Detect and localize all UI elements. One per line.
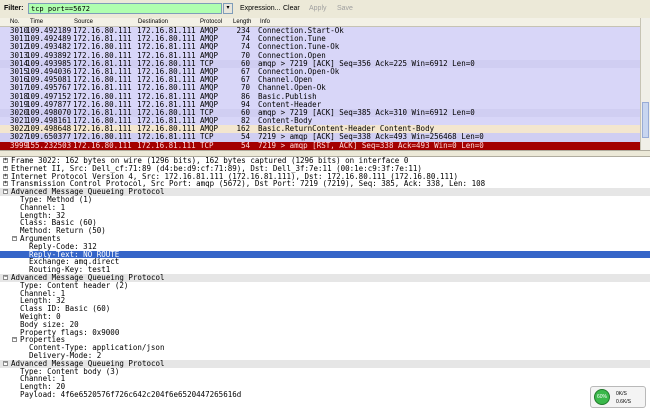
expand-icon[interactable]: + bbox=[3, 158, 8, 163]
collapse-icon[interactable]: − bbox=[3, 189, 8, 195]
column-header-length[interactable]: Length bbox=[233, 18, 251, 26]
packet-cell-time: 155.232503 bbox=[26, 140, 72, 150]
packet-list-scrollbar[interactable] bbox=[640, 18, 650, 150]
upload-rate: 0K/S bbox=[616, 391, 627, 397]
column-header-info[interactable]: Info bbox=[260, 18, 270, 26]
usage-gauge-icon: 60% bbox=[594, 389, 610, 405]
packet-cell-src: 172.16.80.111 bbox=[73, 140, 132, 150]
download-rate: 0.6K/S bbox=[616, 399, 632, 405]
expand-icon[interactable]: + bbox=[3, 173, 8, 179]
detail-tree-item[interactable]: Length: 32 bbox=[0, 211, 650, 220]
packet-row[interactable]: 3999 155.232503 172.16.80.111 172.16.81.111… bbox=[0, 140, 640, 150]
detail-tree-item[interactable]: Method: Return (50) bbox=[0, 227, 650, 235]
packet-cell-len: 54 bbox=[240, 140, 250, 150]
save-button[interactable]: Save bbox=[337, 5, 353, 12]
network-monitor-widget: 60% 0K/S 0.6K/S bbox=[590, 386, 646, 408]
detail-tree-item[interactable]: Channel: 1 bbox=[0, 289, 650, 298]
scrollbar-thumb[interactable] bbox=[642, 102, 649, 138]
detail-tree-item[interactable]: Class ID: Basic (60) bbox=[0, 305, 650, 313]
detail-tree-item[interactable]: Weight: 0 bbox=[0, 313, 650, 321]
chevron-down-icon: ▾ bbox=[226, 5, 230, 11]
collapse-icon[interactable]: − bbox=[12, 337, 17, 343]
detail-tree-item[interactable]: − Arguments bbox=[0, 235, 650, 243]
column-header-protocol[interactable]: Protocol bbox=[200, 18, 222, 26]
packet-list-header: No. Time Source Destination Protocol Len… bbox=[0, 18, 640, 27]
display-filter-input[interactable]: tcp port==5672 bbox=[28, 3, 222, 14]
detail-tree-item[interactable]: Type: Content body (3) bbox=[0, 367, 650, 376]
packet-details-tree: + Frame 3022: 162 bytes on wire (1296 bit… bbox=[0, 157, 650, 416]
apply-button[interactable]: Apply bbox=[309, 5, 327, 12]
column-header-no[interactable]: No. bbox=[10, 18, 19, 26]
detail-tree-item[interactable]: Channel: 1 bbox=[0, 203, 650, 212]
filter-label: Filter: bbox=[4, 5, 24, 12]
expression-button[interactable]: Expression... bbox=[240, 5, 280, 12]
detail-tree-label: Payload: 4f6e6520576f726c642c204f6e65204… bbox=[20, 389, 242, 399]
detail-tree-item[interactable]: Channel: 1 bbox=[0, 375, 650, 383]
column-header-time[interactable]: Time bbox=[30, 18, 43, 26]
detail-tree-item[interactable]: Type: Content header (2) bbox=[0, 281, 650, 290]
clear-button[interactable]: Clear bbox=[283, 5, 300, 12]
filter-history-dropdown[interactable]: ▾ bbox=[223, 3, 233, 14]
expand-icon[interactable]: + bbox=[3, 165, 8, 171]
expand-icon[interactable]: + bbox=[3, 181, 8, 187]
detail-tree-item[interactable]: − Advanced Message Queueing Protocol bbox=[0, 188, 650, 196]
pane-splitter[interactable] bbox=[0, 150, 650, 157]
detail-tree-item[interactable]: Type: Method (1) bbox=[0, 196, 650, 204]
column-header-source[interactable]: Source bbox=[74, 18, 93, 26]
collapse-icon[interactable]: − bbox=[3, 360, 8, 366]
collapse-icon[interactable]: − bbox=[3, 274, 8, 280]
packet-cell-info: 7219 > amqp [RST, ACK] Seq=338 Ack=493 W… bbox=[258, 140, 484, 150]
packet-cell-proto: TCP bbox=[200, 140, 214, 150]
filter-toolbar: Filter: tcp port==5672 ▾ Expression... C… bbox=[0, 0, 650, 19]
packet-list: 3010 109.492189 172.16.80.111 172.16.81.111… bbox=[0, 27, 640, 150]
detail-tree-item[interactable]: Property flags: 0x9000 bbox=[0, 328, 650, 337]
detail-tree-item[interactable]: Payload: 4f6e6520576f726c642c204f6e65204… bbox=[0, 391, 650, 399]
collapse-icon[interactable]: − bbox=[12, 235, 17, 241]
column-header-destination[interactable]: Destination bbox=[138, 18, 168, 26]
packet-cell-dst: 172.16.81.111 bbox=[137, 140, 196, 150]
